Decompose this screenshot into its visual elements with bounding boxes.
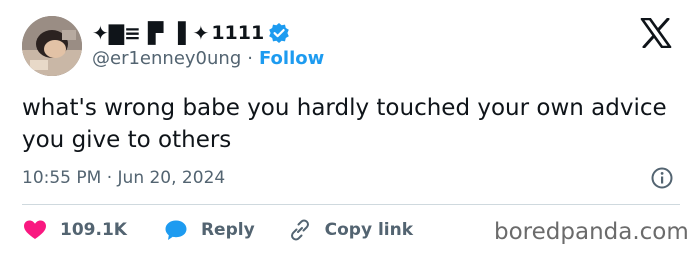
handle-row: @er1enney0ung · Follow xyxy=(92,48,324,69)
like-button[interactable]: 109.1K xyxy=(22,217,127,243)
copy-link-button[interactable]: Copy link xyxy=(287,217,413,243)
link-icon xyxy=(287,217,313,243)
verified-badge-icon xyxy=(268,22,290,44)
like-count: 109.1K xyxy=(60,220,127,240)
display-name[interactable]: ✦▇≡ ▛ ▐ ✦ xyxy=(92,21,209,45)
display-name-number[interactable]: 1111 xyxy=(211,22,264,44)
follow-button[interactable]: Follow xyxy=(259,48,324,69)
info-icon[interactable] xyxy=(650,166,674,190)
handle[interactable]: @er1enney0ung xyxy=(92,48,241,69)
divider xyxy=(22,204,680,205)
copy-link-label: Copy link xyxy=(324,220,414,240)
speech-bubble-icon xyxy=(163,217,189,243)
action-bar: 109.1K Reply Copy link xyxy=(22,214,413,246)
x-logo-icon[interactable] xyxy=(640,17,672,49)
watermark: boredpanda.com xyxy=(494,219,689,245)
separator-dot: · xyxy=(247,48,253,69)
tweet-timestamp[interactable]: 10:55 PM · Jun 20, 2024 xyxy=(22,168,225,188)
tweet-card: ✦▇≡ ▛ ▐ ✦ 1111 @er1enney0ung · Follow wh… xyxy=(0,0,700,256)
reply-label: Reply xyxy=(200,220,255,240)
reply-button[interactable]: Reply xyxy=(163,217,255,243)
tweet-text: what's wrong babe you hardly touched you… xyxy=(22,95,667,153)
heart-icon xyxy=(22,217,48,243)
avatar[interactable] xyxy=(22,16,82,76)
display-name-row[interactable]: ✦▇≡ ▛ ▐ ✦ 1111 xyxy=(92,20,290,46)
